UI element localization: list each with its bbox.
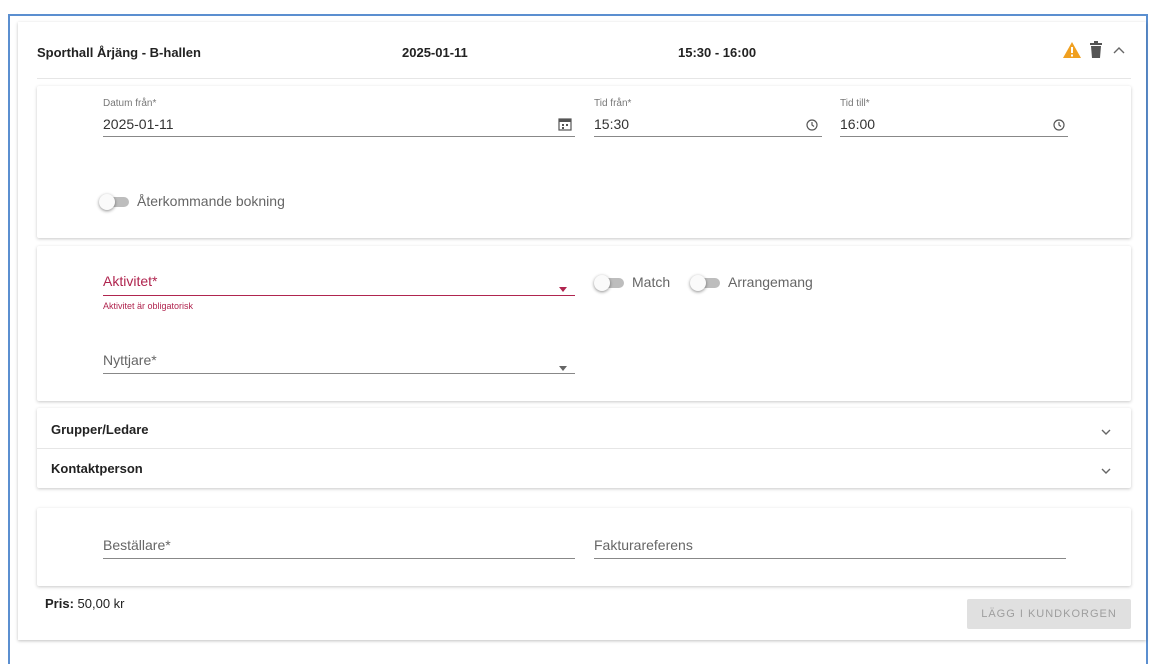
time-from-field[interactable]: 15:30 [594,116,629,132]
match-label: Match [632,274,671,290]
date-from-label: Datum från* [103,98,157,109]
invoice-reference-underline [594,558,1066,559]
dropdown-arrow-icon[interactable] [559,358,567,371]
clock-icon[interactable] [806,118,818,131]
activity-underline [103,295,575,296]
booking-date: 2025-01-11 [402,45,468,60]
price-value: 50,00 kr [77,596,125,611]
date-from-underline [103,136,575,137]
delete-icon[interactable] [1089,41,1103,59]
time-to-label: Tid till* [840,98,870,109]
toggle-thumb [690,275,706,291]
price-label: Pris: [45,596,74,611]
booking-panel: Sporthall Årjäng - B-hallen 2025-01-11 1… [18,22,1146,640]
orderer-underline [103,558,575,559]
dropdown-arrow-icon[interactable] [559,279,567,292]
expand-chevron-icon[interactable] [1100,463,1112,474]
groups-label: Grupper/Ledare [51,422,149,437]
time-from-label: Tid från* [594,98,632,109]
time-from-underline [594,136,822,137]
contact-section-header[interactable]: Kontaktperson [37,449,1131,488]
warning-icon[interactable] [1062,41,1082,59]
toggle-thumb [99,194,115,210]
user-underline [103,373,575,374]
billing-card: Beställare* Fakturareferens [37,508,1131,586]
add-to-cart-button[interactable]: LÄGG I KUNDKORGEN [967,599,1131,629]
toggle-thumb [594,275,610,291]
date-from-field[interactable]: 2025-01-11 [103,116,174,132]
invoice-reference-field[interactable]: Fakturareferens [594,537,693,553]
price: Pris: 50,00 kr [45,596,125,611]
venue-name: Sporthall Årjäng - B-hallen [37,45,201,60]
booking-time: 15:30 - 16:00 [678,45,757,60]
arrangement-toggle[interactable] [690,275,722,291]
recurring-toggle[interactable] [99,194,131,210]
activity-card: Aktivitet* Aktivitet är obligatorisk Mat… [37,246,1131,401]
calendar-icon[interactable] [558,117,572,131]
activity-select[interactable]: Aktivitet* [103,273,157,289]
match-toggle[interactable] [594,275,626,291]
contact-label: Kontaktperson [51,461,143,476]
arrangement-label: Arrangemang [728,274,813,290]
orderer-field[interactable]: Beställare* [103,537,171,553]
time-to-underline [840,136,1068,137]
user-select[interactable]: Nyttjare* [103,352,157,368]
collapse-chevron-icon[interactable] [1112,44,1126,56]
clock-icon[interactable] [1053,118,1065,131]
recurring-label: Återkommande bokning [137,193,285,209]
activity-error: Aktivitet är obligatorisk [103,301,194,311]
expandable-sections: Grupper/Ledare Kontaktperson [37,408,1131,488]
datetime-card: Datum från* 2025-01-11 Tid från* 15:30 T… [37,86,1131,238]
header-divider [37,78,1131,79]
time-to-field[interactable]: 16:00 [840,116,875,132]
expand-chevron-icon[interactable] [1100,424,1112,435]
groups-section-header[interactable]: Grupper/Ledare [37,408,1131,448]
